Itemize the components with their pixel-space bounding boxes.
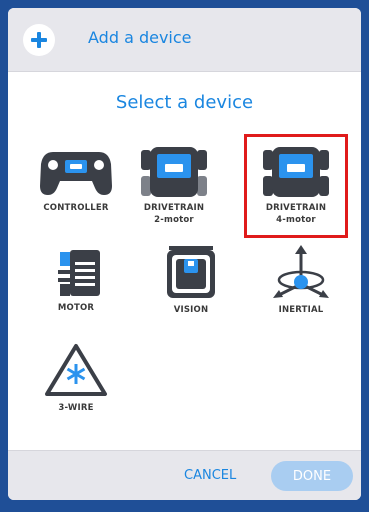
dialog-footer: CANCEL DONE [8, 450, 361, 500]
device-label: VISION [173, 305, 209, 315]
plus-icon[interactable] [23, 24, 55, 56]
motor-icon [58, 250, 100, 296]
device-tile-drivetrain-2-motor[interactable]: DRIVETRAIN 2-motor [128, 146, 220, 226]
select-device-heading: Select a device [115, 92, 254, 113]
inertial-sensor-icon [273, 245, 329, 298]
controller-icon [40, 152, 112, 195]
device-tile-motor[interactable]: MOTOR [30, 248, 122, 314]
device-label: 3-WIRE [58, 403, 94, 413]
device-tile-vision[interactable]: VISION [145, 244, 237, 316]
vision-sensor-icon [167, 246, 215, 298]
selection-highlight [244, 134, 348, 238]
device-label: MOTOR [57, 303, 95, 313]
done-button[interactable]: DONE [271, 461, 353, 491]
drivetrain-2-motor-icon [141, 147, 207, 197]
device-label: CONTROLLER [43, 203, 109, 213]
device-label: DRIVETRAIN [143, 203, 205, 213]
dialog-title: Add a device [88, 28, 192, 47]
add-device-dialog: Add a device Select a device CONTROLLER … [8, 8, 361, 500]
device-sublabel: 2-motor [154, 215, 194, 225]
dialog-header: Add a device [8, 8, 361, 72]
device-tile-3-wire[interactable]: 3-WIRE [30, 342, 122, 414]
device-tile-controller[interactable]: CONTROLLER [30, 148, 122, 214]
three-wire-icon [45, 344, 107, 396]
device-tile-inertial[interactable]: INERTIAL [255, 244, 347, 316]
cancel-button[interactable]: CANCEL [184, 468, 236, 483]
device-label: INERTIAL [278, 305, 324, 315]
